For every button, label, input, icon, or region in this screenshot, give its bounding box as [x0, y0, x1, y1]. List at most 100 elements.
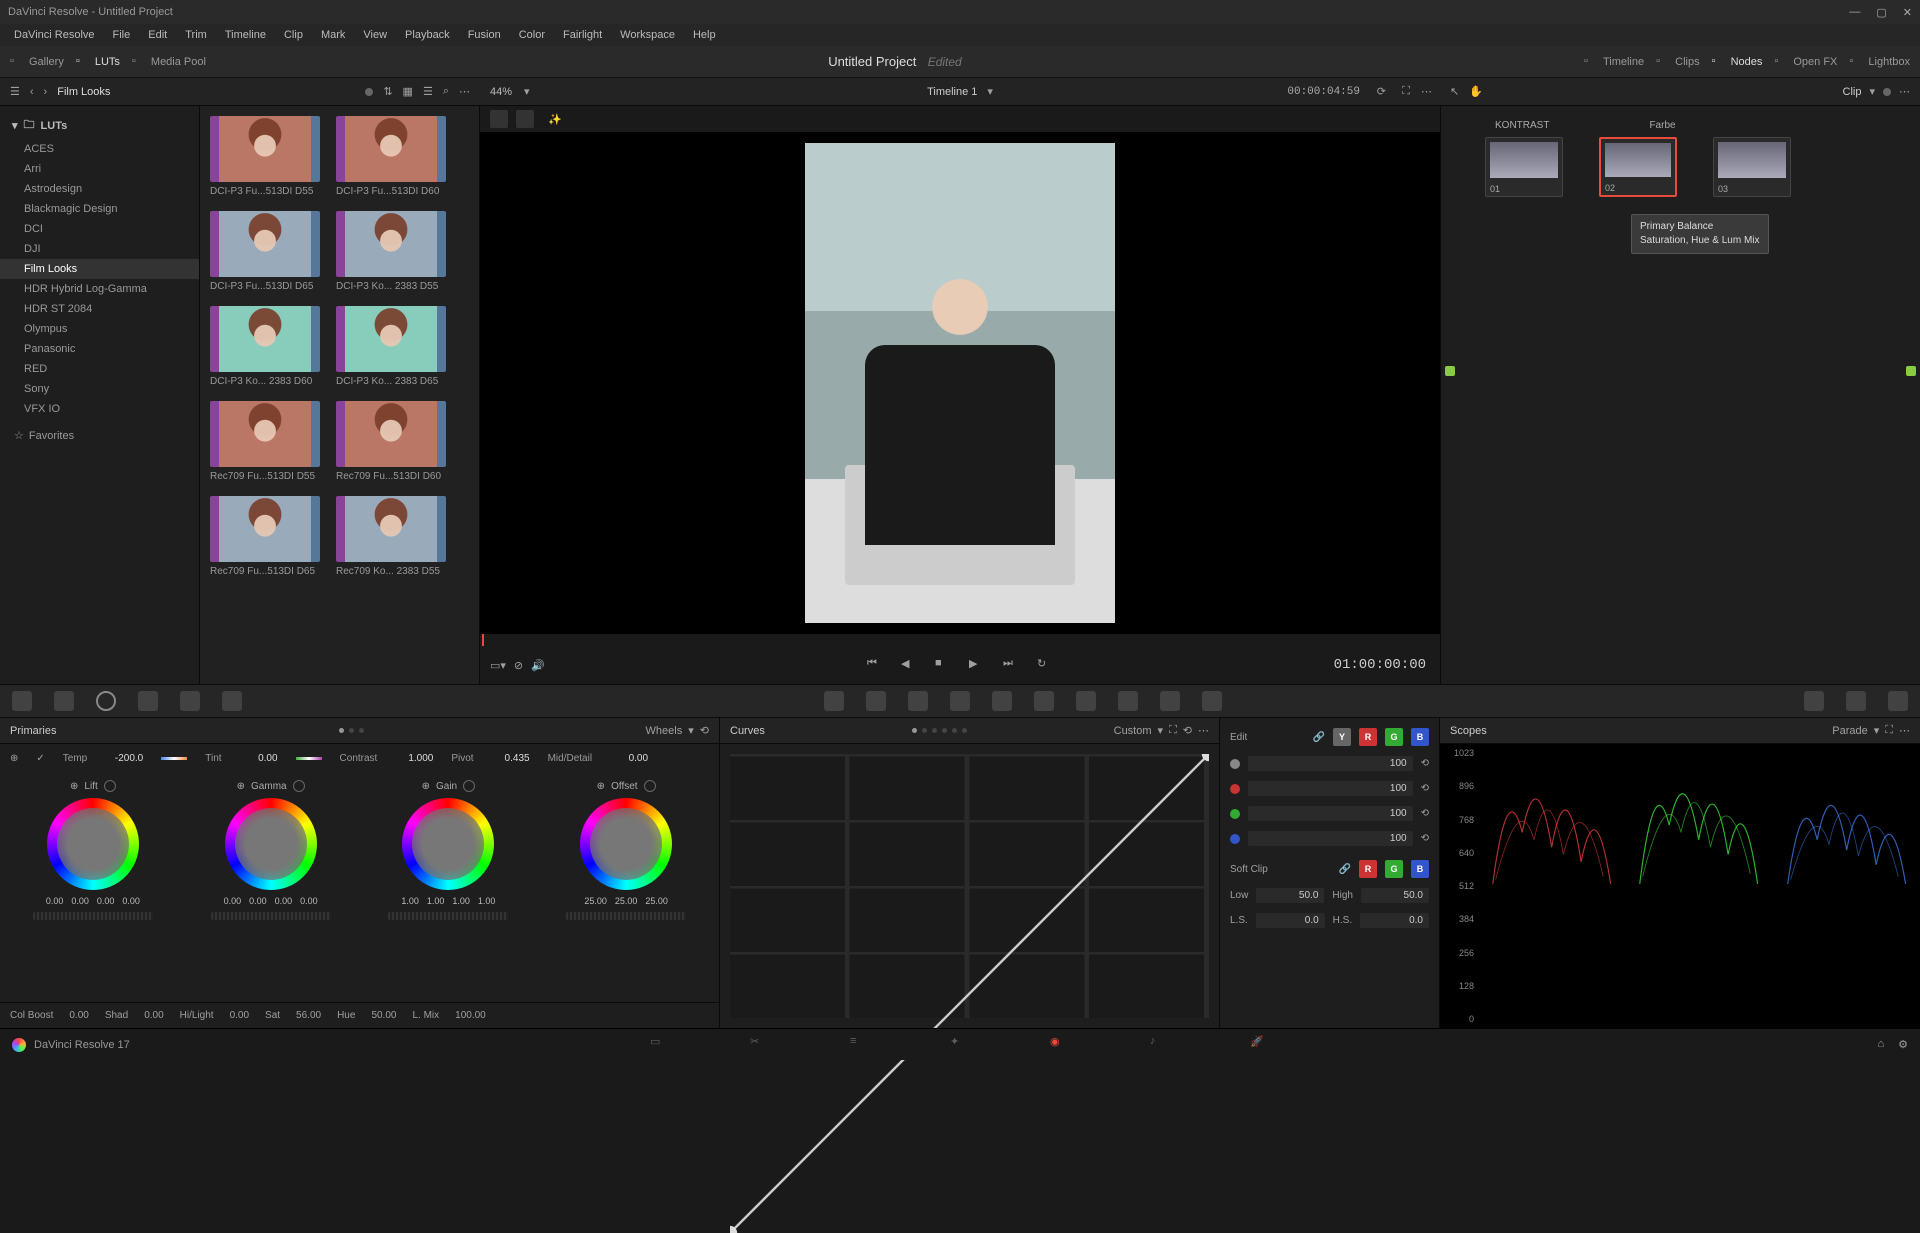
- camera-raw-icon[interactable]: [12, 691, 32, 711]
- tree-favorites[interactable]: ☆ Favorites: [0, 425, 199, 446]
- curve-reset-icon[interactable]: ⟲: [1421, 808, 1429, 819]
- curve-intensity-1[interactable]: 100: [1248, 781, 1413, 796]
- hand-icon[interactable]: ✋: [1469, 85, 1483, 98]
- play-reverse-button[interactable]: ◀: [901, 657, 917, 673]
- scopes-icon[interactable]: [1846, 691, 1866, 711]
- channel-r[interactable]: R: [1359, 728, 1377, 746]
- menu-file[interactable]: File: [105, 27, 139, 43]
- close-button[interactable]: ✕: [1903, 6, 1912, 19]
- tb-mediapool[interactable]: ▫Media Pool: [132, 55, 206, 69]
- primaries-reset-icon[interactable]: ⟲: [700, 724, 709, 737]
- curve-reset-icon[interactable]: ⟲: [1421, 758, 1429, 769]
- lut-card[interactable]: DCI-P3 Fu...513DI D55: [210, 116, 320, 197]
- awb-icon[interactable]: ✓: [36, 753, 44, 764]
- lut-card[interactable]: DCI-P3 Ko... 2383 D65: [336, 306, 446, 387]
- curves-more-icon[interactable]: ⋯: [1198, 724, 1209, 737]
- audio-icon[interactable]: 🔊: [531, 659, 545, 672]
- channel-g[interactable]: G: [1385, 728, 1403, 746]
- maximize-button[interactable]: ▢: [1876, 6, 1886, 19]
- bypass-icon[interactable]: ⊘: [514, 659, 523, 672]
- more-icon[interactable]: ⋯: [459, 85, 470, 98]
- node-01[interactable]: 01: [1485, 137, 1563, 197]
- color-wheel-offset[interactable]: [580, 798, 672, 890]
- tree-item-arri[interactable]: Arri: [0, 159, 199, 179]
- tree-item-hdrst2084[interactable]: HDR ST 2084: [0, 299, 199, 319]
- curve-intensity-2[interactable]: 100: [1248, 806, 1413, 821]
- shad-value[interactable]: 0.00: [144, 1010, 163, 1021]
- play-button[interactable]: ▶: [969, 657, 985, 673]
- viewer-scrubber[interactable]: [480, 634, 1440, 646]
- channel-b[interactable]: B: [1411, 728, 1429, 746]
- node-02[interactable]: 02: [1599, 137, 1677, 197]
- clip-dropdown-icon[interactable]: ▾: [1869, 85, 1875, 98]
- tree-item-filmlooks[interactable]: Film Looks: [0, 259, 199, 279]
- menu-help[interactable]: Help: [685, 27, 724, 43]
- lut-card[interactable]: Rec709 Fu...513DI D65: [210, 496, 320, 577]
- primaries-icon[interactable]: [96, 691, 116, 711]
- viewer-canvas[interactable]: [480, 132, 1440, 634]
- menu-workspace[interactable]: Workspace: [612, 27, 683, 43]
- softclip-hs[interactable]: 0.0: [1360, 913, 1429, 928]
- color-page-icon[interactable]: ◉: [1050, 1035, 1070, 1055]
- sort-icon[interactable]: ⇅: [383, 85, 392, 98]
- lmix-value[interactable]: 100.00: [455, 1010, 486, 1021]
- mode-dropdown-icon[interactable]: ▾: [688, 724, 694, 737]
- lut-card[interactable]: DCI-P3 Ko... 2383 D60: [210, 306, 320, 387]
- color-match-icon[interactable]: [54, 691, 74, 711]
- lut-card[interactable]: Rec709 Ko... 2383 D55: [336, 496, 446, 577]
- sizing-icon[interactable]: [1160, 691, 1180, 711]
- lut-card[interactable]: DCI-P3 Ko... 2383 D55: [336, 211, 446, 292]
- color-wheel-gain[interactable]: [402, 798, 494, 890]
- graph-output[interactable]: [1906, 366, 1916, 376]
- softclip-g[interactable]: G: [1385, 860, 1403, 878]
- menu-fairlight[interactable]: Fairlight: [555, 27, 610, 43]
- picker-icon[interactable]: ⊕: [10, 753, 18, 764]
- tracking-icon[interactable]: [992, 691, 1012, 711]
- stop-button[interactable]: ■: [935, 657, 951, 673]
- list-icon[interactable]: ☰: [423, 85, 433, 98]
- hdr-icon[interactable]: [138, 691, 158, 711]
- temp-slider[interactable]: [161, 757, 187, 760]
- tree-item-olympus[interactable]: Olympus: [0, 319, 199, 339]
- viewer-mode-a[interactable]: [490, 110, 508, 128]
- edit-page-icon[interactable]: ≡: [850, 1035, 870, 1055]
- magic-mask-icon[interactable]: [1034, 691, 1054, 711]
- menu-mark[interactable]: Mark: [313, 27, 353, 43]
- window-icon[interactable]: [950, 691, 970, 711]
- scope-dropdown-icon[interactable]: ▾: [1874, 724, 1880, 737]
- sat-value[interactable]: 56.00: [296, 1010, 321, 1021]
- tree-item-dci[interactable]: DCI: [0, 219, 199, 239]
- scope-expand-icon[interactable]: ⛶: [1885, 724, 1893, 737]
- 3d-icon[interactable]: [1202, 691, 1222, 711]
- lut-card[interactable]: DCI-P3 Fu...513DI D60: [336, 116, 446, 197]
- magic-icon[interactable]: ✨: [548, 113, 562, 126]
- hilight-value[interactable]: 0.00: [230, 1010, 249, 1021]
- lut-tree-root[interactable]: ▾ 🗀 LUTs: [0, 112, 199, 139]
- channel-y[interactable]: Y: [1333, 728, 1351, 746]
- timeline-name[interactable]: Timeline 1: [927, 86, 977, 98]
- curves-expand-icon[interactable]: ⛶: [1169, 724, 1177, 737]
- zoom-value[interactable]: 44%: [490, 86, 512, 98]
- menu-edit[interactable]: Edit: [140, 27, 175, 43]
- mid-value[interactable]: 0.00: [610, 753, 648, 764]
- search-icon[interactable]: ⌕: [443, 85, 449, 98]
- curve-reset-icon[interactable]: ⟲: [1421, 833, 1429, 844]
- refresh-icon[interactable]: ⟳: [1377, 85, 1386, 98]
- viewer-more-icon[interactable]: ⋯: [1421, 85, 1432, 98]
- tree-item-hdrhybridloggamma[interactable]: HDR Hybrid Log-Gamma: [0, 279, 199, 299]
- tree-item-astrodesign[interactable]: Astrodesign: [0, 179, 199, 199]
- lut-card[interactable]: Rec709 Fu...513DI D55: [210, 401, 320, 482]
- menu-playback[interactable]: Playback: [397, 27, 458, 43]
- softclip-ls[interactable]: 0.0: [1256, 913, 1325, 928]
- zoom-dropdown-icon[interactable]: ▾: [524, 85, 530, 98]
- tree-item-dji[interactable]: DJI: [0, 239, 199, 259]
- menu-fusion[interactable]: Fusion: [460, 27, 509, 43]
- timeline-dropdown-icon[interactable]: ▾: [987, 85, 993, 98]
- tint-value[interactable]: 0.00: [240, 753, 278, 764]
- menu-clip[interactable]: Clip: [276, 27, 311, 43]
- hue-value[interactable]: 50.00: [371, 1010, 396, 1021]
- lut-card[interactable]: Rec709 Fu...513DI D60: [336, 401, 446, 482]
- minimize-button[interactable]: —: [1849, 6, 1860, 19]
- scope-more-icon[interactable]: ⋯: [1899, 724, 1910, 737]
- curves-mode[interactable]: Custom: [1114, 725, 1152, 737]
